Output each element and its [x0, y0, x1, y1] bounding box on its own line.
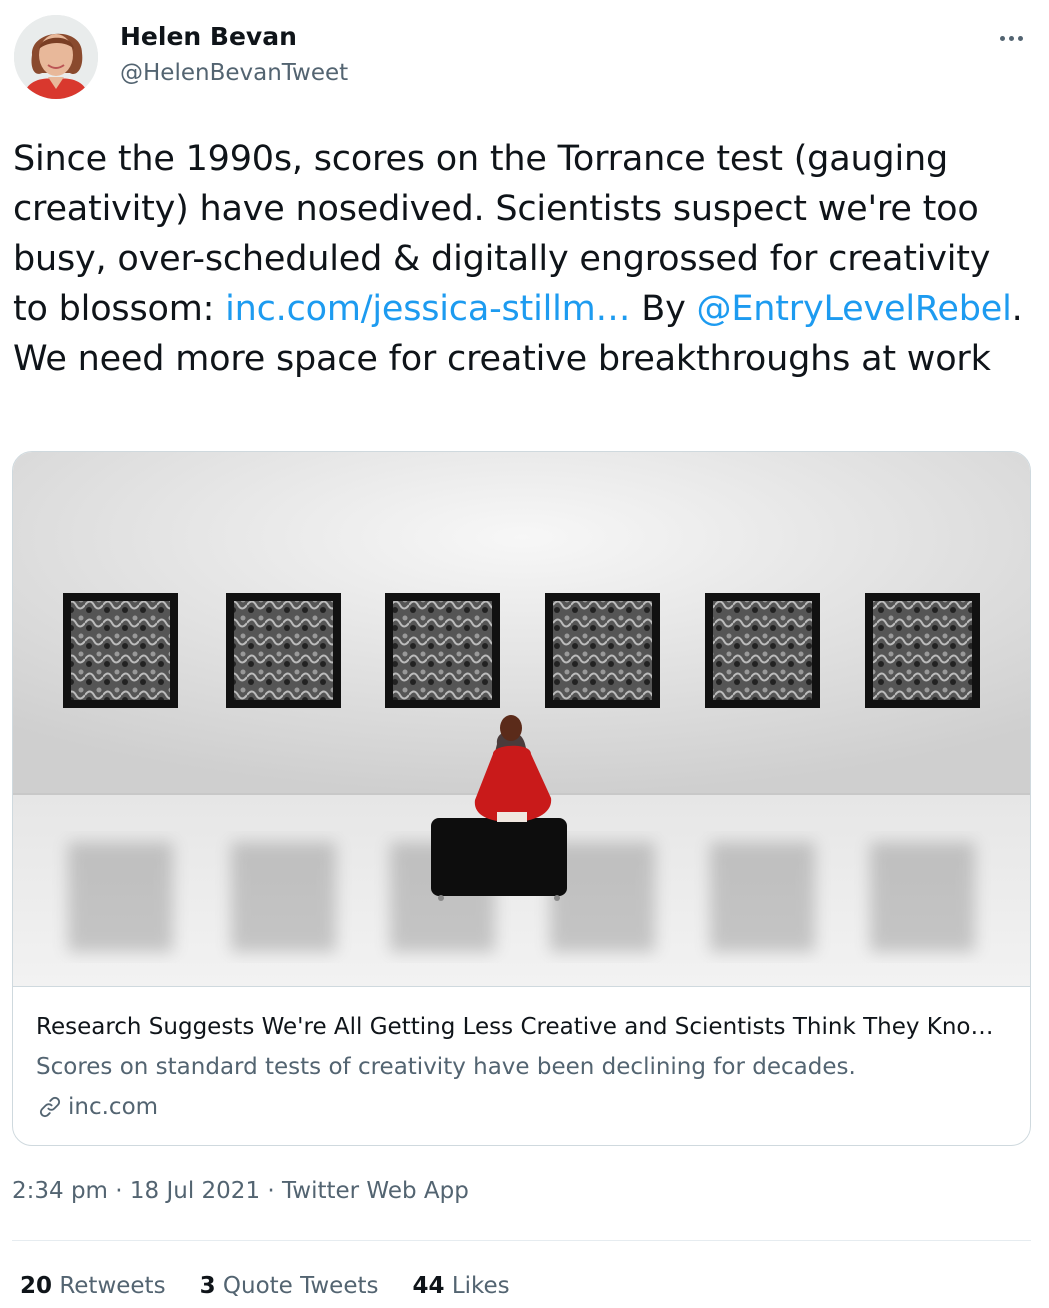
mention-link[interactable]: @EntryLevelRebel — [697, 289, 1012, 329]
author-handle[interactable]: @HelenBevanTweet — [120, 60, 348, 86]
more-dot-icon — [999, 35, 1005, 41]
retweets-count: 20 — [20, 1273, 53, 1299]
quote-tweets-count: 3 — [199, 1273, 216, 1299]
tweet-text: Since the 1990s, scores on the Torrance … — [13, 134, 1033, 384]
card-info[interactable]: Research Suggests We're All Getting Less… — [13, 986, 1030, 1145]
card-description: Scores on standard tests of creativity h… — [36, 1054, 856, 1080]
tweet-header: Helen Bevan @HelenBevanTweet — [0, 0, 1049, 110]
tweet-link[interactable]: inc.com/jessica-stillm… — [225, 289, 630, 329]
card-domain: inc.com — [36, 1093, 158, 1121]
more-dot-icon — [1008, 35, 1014, 41]
more-options-button[interactable] — [993, 20, 1029, 56]
more-dot-icon — [1017, 35, 1023, 41]
quote-tweets-stat[interactable]: 3 Quote Tweets — [200, 1273, 379, 1299]
retweets-stat[interactable]: 20 Retweets — [20, 1273, 166, 1299]
author-avatar[interactable] — [14, 15, 98, 99]
tweet-date[interactable]: 18 Jul 2021 — [130, 1178, 260, 1204]
likes-label: Likes — [451, 1273, 510, 1299]
likes-stat[interactable]: 44 Likes — [412, 1273, 509, 1299]
tweet-stats: 20 Retweets 3 Quote Tweets 44 Likes — [20, 1273, 544, 1299]
link-preview-card[interactable]: Research Suggests We're All Getting Less… — [12, 451, 1031, 1146]
meta-separator: · — [260, 1178, 283, 1204]
tweet-time[interactable]: 2:34 pm — [12, 1178, 108, 1204]
meta-separator: · — [107, 1178, 130, 1204]
card-domain-text: inc.com — [68, 1094, 159, 1120]
quote-tweets-label: Quote Tweets — [222, 1273, 379, 1299]
card-image[interactable] — [13, 452, 1030, 986]
divider — [12, 1240, 1031, 1241]
tweet-source[interactable]: Twitter Web App — [282, 1178, 469, 1204]
avatar-photo-icon — [14, 15, 98, 99]
card-title: Research Suggests We're All Getting Less… — [36, 1014, 994, 1040]
retweets-label: Retweets — [59, 1273, 166, 1299]
likes-count: 44 — [412, 1273, 445, 1299]
author-display-name[interactable]: Helen Bevan — [120, 22, 297, 51]
gallery-photo-icon — [13, 452, 1030, 986]
tweet-meta: 2:34 pm · 18 Jul 2021 · Twitter Web App — [12, 1178, 469, 1204]
tweet-text-part: By — [630, 289, 697, 329]
link-icon — [39, 1096, 61, 1118]
